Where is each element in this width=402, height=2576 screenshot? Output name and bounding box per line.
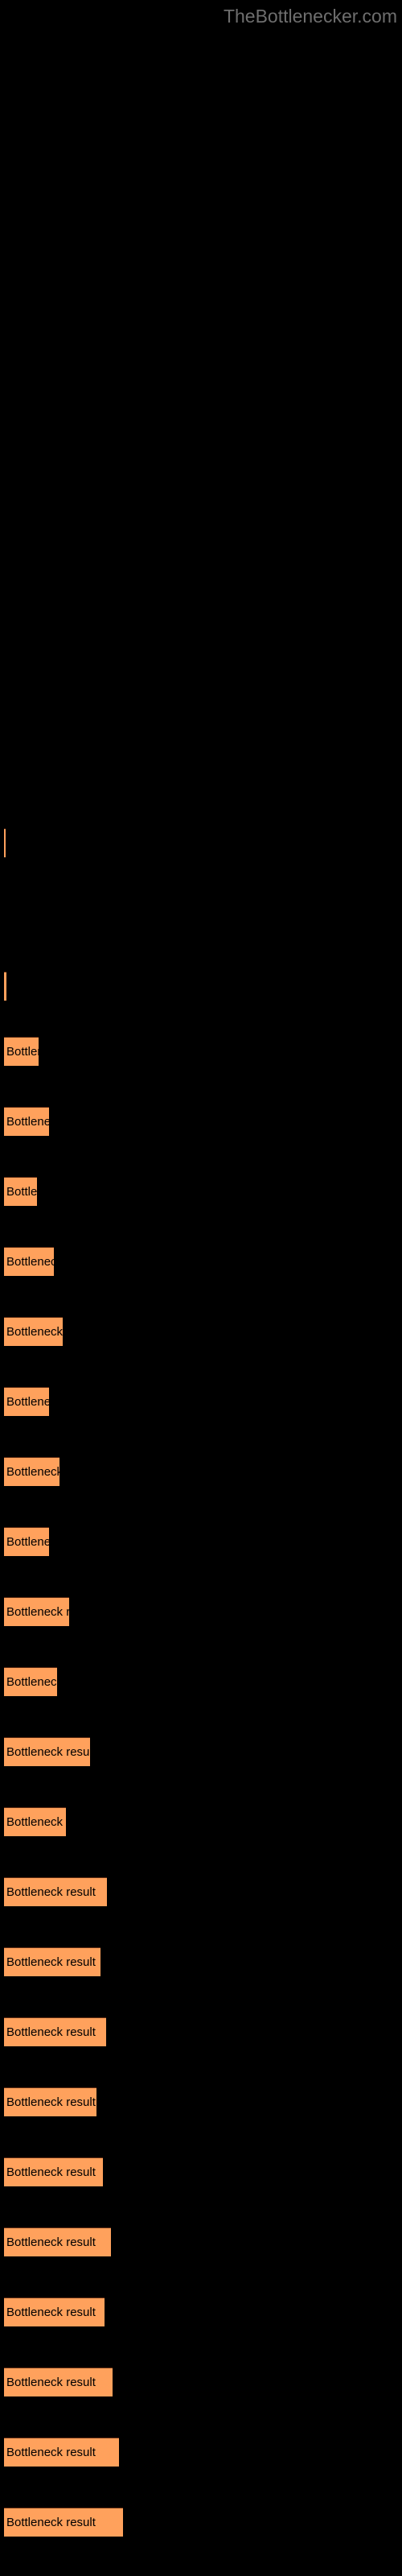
page-root: TheBottlenecker.com Bottleneck resultBot… (0, 0, 402, 2576)
bar-label: Bottleneck result (6, 2515, 96, 2529)
bar-label: Bottleneck result (6, 1814, 66, 1829)
bar[interactable]: Bottleneck result (4, 1317, 63, 1346)
bar[interactable]: Bottleneck result (4, 1107, 49, 1136)
bar-label: Bottleneck result (6, 1394, 49, 1409)
bar[interactable]: Bottleneck result (4, 972, 6, 1001)
bar-label: Bottleneck result (6, 2025, 96, 2039)
bar[interactable]: Bottleneck result (4, 1737, 90, 1766)
bar[interactable]: Bottleneck result (4, 1947, 100, 1976)
bar-label: Bottleneck result (6, 1744, 90, 1759)
bar-label: Bottleneck result (6, 1885, 96, 1899)
bar[interactable]: Bottleneck result (4, 2508, 123, 2537)
bar-label: Bottleneck result (6, 1114, 49, 1129)
bar-label: Bottleneck result (6, 1254, 54, 1269)
bar-label: Bottleneck result (6, 1324, 63, 1339)
bar-label: Bottleneck result (6, 1184, 37, 1199)
bar[interactable]: Bottleneck result (4, 2017, 106, 2046)
bar[interactable]: Bottleneck result (4, 1877, 107, 1906)
bar[interactable]: Bottleneck result (4, 1597, 69, 1626)
bar[interactable]: Bottleneck result (4, 1527, 49, 1556)
bar[interactable]: Bottleneck result (4, 2438, 119, 2467)
bar[interactable]: Bottleneck result (4, 2368, 113, 2396)
bar-label: Bottleneck result (6, 1464, 59, 1479)
bar-label: Bottleneck result (6, 2095, 96, 2109)
bar[interactable]: Bottleneck result (4, 1667, 57, 1696)
bar-label: Bottleneck result (6, 1534, 49, 1549)
bar[interactable]: Bottleneck result (4, 2297, 105, 2326)
bar-label: Bottleneck result (6, 1044, 39, 1059)
bar[interactable]: Bottleneck result (4, 1247, 54, 1276)
bar-label: Bottleneck result (6, 2235, 96, 2249)
bar-label: Bottleneck result (6, 2445, 96, 2459)
bar[interactable]: Bottleneck result (4, 2087, 96, 2116)
bar[interactable]: Bottleneck result (4, 1807, 66, 1836)
bar[interactable]: Bottleneck result (4, 828, 6, 857)
bar-label: Bottleneck result (6, 1604, 69, 1619)
bar[interactable]: Bottleneck result (4, 2157, 103, 2186)
bar-label: Bottleneck result (6, 1674, 57, 1689)
bar-label: Bottleneck result (6, 2165, 96, 2179)
bar[interactable]: Bottleneck result (4, 1177, 37, 1206)
bar[interactable]: Bottleneck result (4, 1387, 49, 1416)
bar-label: Bottleneck result (6, 2375, 96, 2389)
bar[interactable]: Bottleneck result (4, 2227, 111, 2256)
bar-label: Bottleneck result (6, 1955, 96, 1969)
bar[interactable]: Bottleneck result (4, 1457, 59, 1486)
bar-label: Bottleneck result (6, 2305, 96, 2319)
bar-chart: Bottleneck result Bottleneck result Bottle… (0, 0, 402, 2576)
bar[interactable]: Bottleneck result (4, 1037, 39, 1066)
